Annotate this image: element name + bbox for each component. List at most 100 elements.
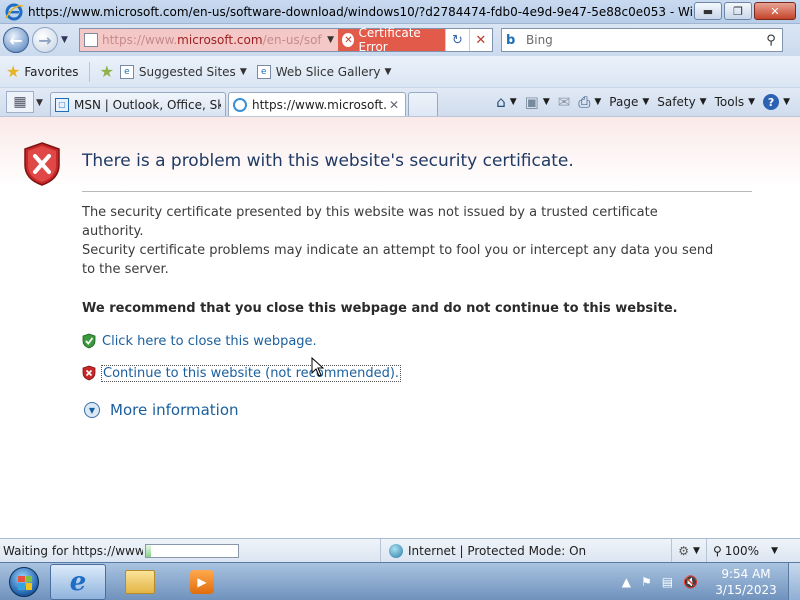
tools-menu-label: Tools [714,95,745,109]
bing-icon: b [506,32,516,48]
red-shield-error-icon [24,142,60,186]
continue-to-website-link[interactable]: Continue to this website (not recommende… [100,364,402,382]
address-dropdown[interactable]: ▼ [322,29,339,51]
action-center-flag-icon[interactable]: ⚑ [641,575,652,589]
back-arrow-icon: ← [9,30,23,50]
windows-start-icon [9,566,39,597]
page-menu[interactable]: Page ▼ [609,95,649,109]
home-icon: ⌂ [496,93,506,111]
show-hidden-icons-icon[interactable]: ▲ [622,575,631,589]
page-icon [84,33,98,47]
add-to-favorites-bar-button[interactable]: ★ [100,62,118,81]
start-button[interactable] [4,564,44,600]
protected-mode-settings[interactable]: ⚙ ▼ [671,539,706,563]
loading-progress-bar [145,543,239,558]
tab-list-dropdown[interactable]: ▼ [36,98,48,108]
clock[interactable]: 9:54 AM 3/15/2023 [710,566,782,598]
stop-button[interactable]: ✕ [468,29,492,51]
favorites-star-icon: ★ [6,62,21,81]
suggested-sites-link[interactable]: e Suggested Sites ▼ [119,64,247,79]
status-text: Waiting for https://www.n [3,543,143,558]
minimize-icon: ▬ [702,4,714,18]
forward-arrow-icon: → [38,30,52,50]
tab-label: MSN | Outlook, Office, Sky... [74,97,221,112]
certificate-error-icon: ✕ [342,33,355,47]
page-menu-label: Page [609,95,639,109]
clock-time: 9:54 AM [721,567,771,581]
help-icon: ? [763,94,780,110]
close-window-button[interactable]: ✕ [754,2,796,20]
error-title: There is a problem with this website's s… [82,151,574,171]
taskbar-windows-explorer[interactable] [112,564,168,600]
refresh-button[interactable]: ↻ [445,29,468,51]
loading-icon [233,97,247,112]
safety-menu-label: Safety [657,95,696,109]
maximize-button[interactable]: ❐ [724,2,752,20]
back-button[interactable]: ← [3,27,29,53]
suggested-sites-label: Suggested Sites [138,64,236,79]
tab-msn[interactable]: ▢ MSN | Outlook, Office, Sky... [50,92,226,116]
taskbar-internet-explorer[interactable]: e [50,563,106,600]
recent-pages-dropdown[interactable]: ▼ [61,35,73,45]
certificate-error-button[interactable]: ✕ Certificate Error [338,26,446,54]
close-tab-icon[interactable]: ✕ [387,98,401,112]
url-suffix: /en-us/sof [262,33,322,47]
zoom-level: 100% [724,544,760,558]
read-mail-button[interactable]: ✉ [558,93,571,111]
safety-menu[interactable]: Safety ▼ [657,95,706,109]
error-warning: Security certificate problems may indica… [82,243,714,277]
favorites-bar: ★ Favorites ★ e Suggested Sites ▼ e Web … [0,56,800,88]
security-zone[interactable]: Internet | Protected Mode: On [380,539,586,563]
refresh-icon: ↻ [452,32,463,48]
show-desktop-button[interactable] [788,563,800,600]
system-tray: ▲ ⚑ ▤ 🔇 9:54 AM 3/15/2023 [612,563,800,600]
rss-feed-icon: ▣ [524,93,539,111]
favorites-button[interactable]: ★ Favorites [6,62,79,81]
chevron-down-icon: ▼ [327,35,335,45]
more-information-label: More information [110,401,239,419]
chevron-down-icon: ▼ [699,97,707,107]
volume-muted-icon[interactable]: 🔇 [683,575,698,589]
tab-microsoft[interactable]: https://www.microsoft.... ✕ [228,92,406,116]
quick-tabs-button[interactable]: ▦ [6,91,34,113]
tools-menu[interactable]: Tools ▼ [715,95,755,109]
favorites-label: Favorites [24,64,79,79]
red-shield-x-icon [82,365,96,381]
globe-icon [389,544,403,558]
quick-tabs-icon: ▦ [13,94,27,110]
web-slice-gallery-link[interactable]: e Web Slice Gallery ▼ [256,64,392,79]
more-information-toggle[interactable]: ▼ More information [84,401,239,419]
home-button[interactable]: ⌂ ▼ [496,93,516,111]
chevron-down-icon: ▼ [542,97,550,107]
search-input[interactable]: Bing [526,33,760,47]
chevron-down-icon: ▼ [771,546,778,556]
folder-icon [125,569,155,594]
search-box[interactable]: b Bing ⚲ [501,28,783,52]
chevron-down-icon: ▼ [642,97,650,107]
page-content: There is a problem with this website's s… [0,116,800,538]
address-bar[interactable]: https://www. microsoft.com/en-us/sof ▼ ✕ … [79,26,493,54]
close-webpage-link[interactable]: Click here to close this webpage. [102,334,317,349]
restore-icon: ❐ [733,4,743,18]
new-tab-button[interactable] [408,92,438,116]
suggested-sites-icon: e [119,64,134,79]
progress-fill [146,544,151,557]
zoom-control[interactable]: ⚲ 100% ▼ [705,539,800,563]
add-favorite-icon: ★ [99,62,114,81]
feeds-button[interactable]: ▣ ▼ [525,93,550,111]
chevron-down-icon: ▼ [783,97,790,107]
stop-icon: ✕ [475,32,487,48]
chevron-down-icon: ▼ [384,66,392,77]
forward-button[interactable]: → [32,27,58,53]
window-title: https://www.microsoft.com/en-us/software… [28,4,700,19]
taskbar-media-player[interactable]: ▶ [174,564,230,600]
chevron-down-icon: ▼ [239,66,247,77]
help-menu[interactable]: ? ▼ [763,94,790,110]
close-icon: ✕ [770,4,780,18]
print-button[interactable]: ⎙ ▼ [578,93,601,111]
network-icon[interactable]: ▤ [662,575,673,589]
url-field[interactable]: https://www. microsoft.com/en-us/sof [80,29,323,51]
search-icon[interactable]: ⚲ [760,33,782,48]
web-slice-gallery-icon: e [256,64,271,79]
minimize-button[interactable]: ▬ [694,2,722,20]
